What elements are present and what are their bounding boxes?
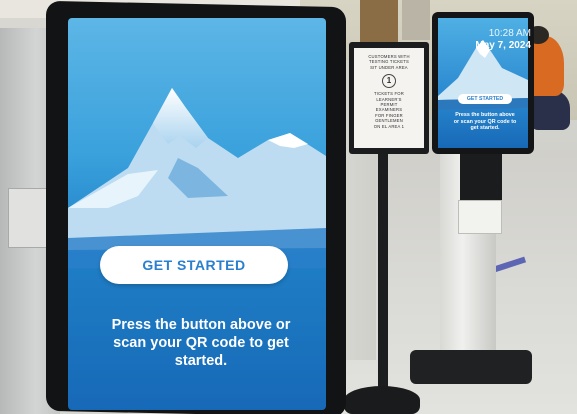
sign-number-badge: 1 [382,74,396,89]
notice-sign: CUSTOMERS WITH TESTING TICKETS SIT UNDER… [354,48,424,148]
get-started-button[interactable]: GET STARTED [100,246,288,284]
date-readout: May 7, 2024 [475,40,531,51]
sign-line: ON EL AREA 1 [373,123,405,129]
photo-scene: GET STARTED Press the button above or sc… [0,0,577,414]
seated-person-legs [530,90,570,130]
second-kiosk-get-started-button[interactable]: GET STARTED [458,94,512,104]
sign-base [344,386,420,414]
sign-pole [378,150,388,400]
mountain-image [68,88,326,268]
second-kiosk-instructions: Press the button above or scan your QR c… [453,112,517,132]
second-kiosk-printer [460,150,502,200]
kiosk-instructions: Press the button above or scan your QR c… [111,317,291,369]
back-shelf [402,0,430,40]
second-kiosk-base [410,350,532,384]
sign-line: SIT UNDER AREA [370,64,408,70]
second-kiosk-sticker [458,200,502,234]
time-readout: 10:28 AM [488,28,531,39]
back-door [360,0,398,42]
